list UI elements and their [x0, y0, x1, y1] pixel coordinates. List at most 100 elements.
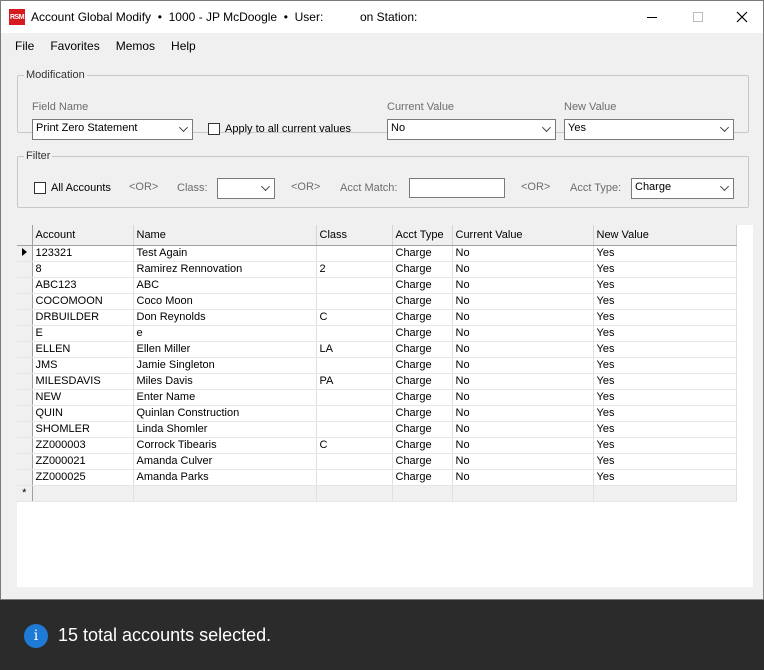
- cell-name[interactable]: Enter Name: [133, 389, 317, 406]
- cell-acct-type[interactable]: Charge: [392, 341, 453, 358]
- cell-new-value[interactable]: Yes: [593, 373, 737, 390]
- column-header-name[interactable]: Name: [133, 225, 317, 246]
- cell-account[interactable]: 8: [32, 261, 134, 278]
- cell-current-value[interactable]: No: [452, 469, 594, 486]
- cell-current-value[interactable]: No: [452, 437, 594, 454]
- cell-name[interactable]: Miles Davis: [133, 373, 317, 390]
- cell-name[interactable]: Ellen Miller: [133, 341, 317, 358]
- row-header[interactable]: [17, 277, 33, 294]
- cell-current-value[interactable]: No: [452, 373, 594, 390]
- menu-help[interactable]: Help: [163, 39, 204, 53]
- cell-acct-type[interactable]: Charge: [392, 357, 453, 374]
- table-row[interactable]: ZZ000021 Amanda Culver Charge No Yes: [17, 453, 737, 470]
- new-row-cell[interactable]: [133, 485, 317, 502]
- cell-class[interactable]: [316, 421, 393, 438]
- cell-class[interactable]: [316, 293, 393, 310]
- cell-current-value[interactable]: No: [452, 357, 594, 374]
- cell-current-value[interactable]: No: [452, 293, 594, 310]
- cell-class[interactable]: [316, 405, 393, 422]
- table-row[interactable]: ELLEN Ellen Miller LA Charge No Yes: [17, 341, 737, 358]
- table-row[interactable]: ZZ000003 Corrock Tibearis C Charge No Yes: [17, 437, 737, 454]
- cell-acct-type[interactable]: Charge: [392, 293, 453, 310]
- cell-current-value[interactable]: No: [452, 277, 594, 294]
- cell-name[interactable]: Jamie Singleton: [133, 357, 317, 374]
- acct-match-input[interactable]: [409, 178, 505, 198]
- cell-new-value[interactable]: Yes: [593, 421, 737, 438]
- cell-acct-type[interactable]: Charge: [392, 421, 453, 438]
- menu-file[interactable]: File: [1, 39, 42, 53]
- cell-new-value[interactable]: Yes: [593, 309, 737, 326]
- row-header[interactable]: [17, 341, 33, 358]
- menu-memos[interactable]: Memos: [108, 39, 163, 53]
- table-row[interactable]: SHOMLER Linda Shomler Charge No Yes: [17, 421, 737, 438]
- cell-new-value[interactable]: Yes: [593, 437, 737, 454]
- cell-class[interactable]: [316, 245, 393, 262]
- cell-current-value[interactable]: No: [452, 325, 594, 342]
- row-header[interactable]: [17, 373, 33, 390]
- cell-account[interactable]: SHOMLER: [32, 421, 134, 438]
- column-header-class[interactable]: Class: [316, 225, 393, 246]
- cell-class[interactable]: [316, 453, 393, 470]
- cell-account[interactable]: ZZ000025: [32, 469, 134, 486]
- row-header-corner[interactable]: [17, 225, 33, 246]
- row-header[interactable]: [17, 469, 33, 486]
- new-row-cell[interactable]: [392, 485, 453, 502]
- cell-current-value[interactable]: No: [452, 245, 594, 262]
- column-header-account[interactable]: Account: [32, 225, 134, 246]
- cell-class[interactable]: [316, 277, 393, 294]
- cell-account[interactable]: ZZ000021: [32, 453, 134, 470]
- apply-all-checkbox[interactable]: [208, 123, 220, 135]
- cell-name[interactable]: Ramirez Rennovation: [133, 261, 317, 278]
- cell-acct-type[interactable]: Charge: [392, 261, 453, 278]
- cell-class[interactable]: 2: [316, 261, 393, 278]
- cell-account[interactable]: QUIN: [32, 405, 134, 422]
- cell-current-value[interactable]: No: [452, 309, 594, 326]
- field-name-dropdown[interactable]: Print Zero Statement: [32, 119, 193, 140]
- cell-name[interactable]: Coco Moon: [133, 293, 317, 310]
- cell-new-value[interactable]: Yes: [593, 325, 737, 342]
- cell-new-value[interactable]: Yes: [593, 245, 737, 262]
- cell-acct-type[interactable]: Charge: [392, 373, 453, 390]
- cell-acct-type[interactable]: Charge: [392, 437, 453, 454]
- cell-name[interactable]: e: [133, 325, 317, 342]
- cell-class[interactable]: [316, 389, 393, 406]
- cell-name[interactable]: Amanda Culver: [133, 453, 317, 470]
- cell-class[interactable]: [316, 325, 393, 342]
- cell-name[interactable]: ABC: [133, 277, 317, 294]
- row-header[interactable]: [17, 245, 33, 262]
- title-bar[interactable]: RSM Account Global Modify • 1000 - JP Mc…: [1, 1, 763, 33]
- table-row[interactable]: MILESDAVIS Miles Davis PA Charge No Yes: [17, 373, 737, 390]
- cell-account[interactable]: 123321: [32, 245, 134, 262]
- cell-account[interactable]: COCOMOON: [32, 293, 134, 310]
- new-row[interactable]: *: [17, 485, 737, 502]
- cell-acct-type[interactable]: Charge: [392, 277, 453, 294]
- cell-new-value[interactable]: Yes: [593, 453, 737, 470]
- cell-current-value[interactable]: No: [452, 405, 594, 422]
- all-accounts-label[interactable]: All Accounts: [51, 182, 111, 194]
- current-value-dropdown[interactable]: No: [387, 119, 556, 140]
- cell-account[interactable]: JMS: [32, 357, 134, 374]
- maximize-button[interactable]: [675, 1, 721, 33]
- new-row-cell[interactable]: [32, 485, 134, 502]
- column-header-current-value[interactable]: Current Value: [452, 225, 594, 246]
- cell-new-value[interactable]: Yes: [593, 341, 737, 358]
- cell-account[interactable]: NEW: [32, 389, 134, 406]
- new-row-cell[interactable]: [316, 485, 393, 502]
- cell-new-value[interactable]: Yes: [593, 469, 737, 486]
- row-header[interactable]: [17, 357, 33, 374]
- cell-class[interactable]: LA: [316, 341, 393, 358]
- cell-acct-type[interactable]: Charge: [392, 453, 453, 470]
- class-dropdown[interactable]: [217, 178, 275, 199]
- row-header[interactable]: [17, 437, 33, 454]
- cell-new-value[interactable]: Yes: [593, 277, 737, 294]
- cell-acct-type[interactable]: Charge: [392, 405, 453, 422]
- table-row[interactable]: NEW Enter Name Charge No Yes: [17, 389, 737, 406]
- cell-account[interactable]: ELLEN: [32, 341, 134, 358]
- cell-acct-type[interactable]: Charge: [392, 389, 453, 406]
- cell-acct-type[interactable]: Charge: [392, 469, 453, 486]
- cell-class[interactable]: [316, 469, 393, 486]
- row-header[interactable]: [17, 389, 33, 406]
- cell-account[interactable]: DRBUILDER: [32, 309, 134, 326]
- cell-name[interactable]: Quinlan Construction: [133, 405, 317, 422]
- cell-class[interactable]: [316, 357, 393, 374]
